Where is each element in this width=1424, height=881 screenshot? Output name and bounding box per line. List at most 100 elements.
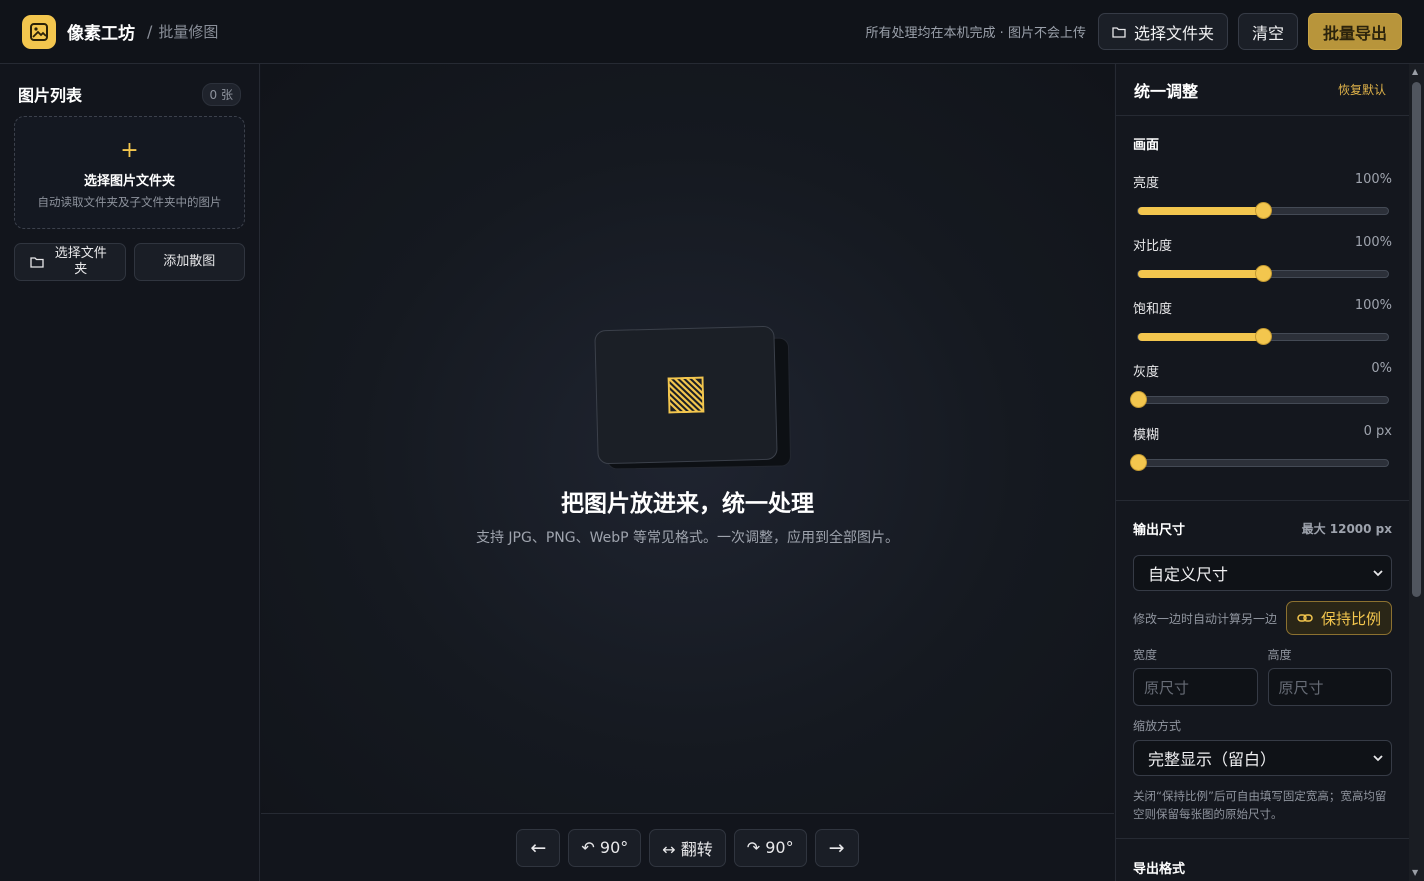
scale-mode-label: 缩放方式 (1133, 719, 1182, 733)
ratio-row: 修改一边时自动计算另一边 保持比例 (1133, 601, 1392, 635)
image-placeholder-icon (667, 376, 705, 414)
previous-image-button[interactable]: ← (516, 828, 561, 867)
contrast-slider-thumb[interactable] (1256, 266, 1271, 281)
rotate-right-button[interactable]: ↷ 90° (733, 828, 807, 867)
image-list-title: 图片列表 (18, 86, 83, 105)
chevron-down-icon (1373, 754, 1383, 761)
scroll-down-icon[interactable]: ▼ (1412, 868, 1418, 877)
keep-ratio-toggle[interactable]: 保持比例 (1285, 601, 1392, 635)
grayscale-row: 灰度 0% (1133, 361, 1392, 380)
size-note: 关闭“保持比例”后可自由填写固定宽高；宽高均留空则保留每张图的原始尺寸。 (1133, 789, 1387, 821)
saturation-slider-thumb[interactable] (1256, 329, 1271, 344)
contrast-value: 100% (1354, 235, 1392, 250)
grayscale-value: 0% (1371, 361, 1392, 376)
link-icon (1297, 614, 1313, 622)
image-toolbar: ← ↶ 90° ↔ 翻转 ↷ 90° → (261, 813, 1114, 881)
scale-mode-select[interactable]: 完整显示（留白） (1133, 740, 1392, 776)
scale-mode-value: 完整显示（留白） (1148, 750, 1277, 769)
add-images-button[interactable]: 添加散图 (133, 243, 245, 281)
top-bar: 像素工坊 / 批量修图 所有处理均在本机完成 · 图片不会上传 选择文件夹 清空… (0, 0, 1424, 64)
blur-slider-thumb[interactable] (1131, 455, 1146, 470)
image-count-badge: 0 张 (201, 82, 241, 106)
saturation-row: 饱和度 100% (1133, 298, 1392, 317)
width-input[interactable]: 原尺寸 (1133, 668, 1258, 706)
next-image-button[interactable]: → (814, 828, 859, 867)
panel-scrollbar[interactable]: ▲ ▼ (1409, 64, 1424, 881)
saturation-value: 100% (1354, 298, 1392, 313)
app-window: 像素工坊 / 批量修图 所有处理均在本机完成 · 图片不会上传 选择文件夹 清空… (0, 0, 1424, 881)
contrast-slider-fill (1138, 270, 1263, 278)
preview-stage[interactable]: 把图片放进来，统一处理 支持 JPG、PNG、WebP 等常见格式。一次调整，应… (261, 64, 1114, 813)
brightness-slider[interactable] (1137, 203, 1389, 218)
brightness-row: 亮度 100% (1133, 172, 1392, 191)
brightness-slider-thumb[interactable] (1256, 203, 1271, 218)
saturation-slider-fill (1138, 333, 1263, 341)
blur-control: 模糊 0 px (1131, 424, 1392, 487)
picture-section-title: 画面 (1133, 138, 1160, 153)
blur-value: 0 px (1363, 424, 1392, 439)
breadcrumb-separator: / (147, 22, 153, 41)
output-size-title: 输出尺寸 (1133, 523, 1186, 538)
reset-defaults-link[interactable]: 恢复默认 (1338, 81, 1386, 98)
app-name: 像素工坊 (67, 24, 135, 44)
contrast-control: 对比度 100% (1133, 235, 1392, 298)
export-format-section: 导出格式 (1116, 839, 1409, 877)
blur-label: 模糊 (1133, 428, 1160, 443)
blur-slider[interactable] (1131, 455, 1389, 470)
width-label: 宽度 (1133, 648, 1158, 662)
flip-button[interactable]: ↔ 翻转 (649, 828, 726, 867)
ratio-hint: 修改一边时自动计算另一边 (1133, 611, 1278, 626)
adjustment-header: 统一调整 恢复默认 (1116, 64, 1409, 116)
empty-state-subtitle: 支持 JPG、PNG、WebP 等常见格式。一次调整，应用到全部图片。 (475, 530, 900, 546)
clear-button[interactable]: 清空 (1237, 13, 1298, 50)
chevron-down-icon (1373, 569, 1383, 576)
brightness-control: 亮度 100% (1133, 172, 1392, 235)
blur-row: 模糊 0 px (1133, 424, 1392, 443)
scrollbar-thumb[interactable] (1412, 82, 1421, 597)
dimension-labels: 宽度 高度 (1133, 646, 1392, 663)
batch-export-button[interactable]: 批量导出 (1307, 13, 1402, 50)
adjustment-title: 统一调整 (1134, 81, 1199, 101)
saturation-label: 饱和度 (1133, 302, 1173, 317)
output-size-header: 输出尺寸 最大 12000 px (1133, 519, 1392, 538)
select-folder-button[interactable]: 选择文件夹 (1097, 13, 1228, 50)
picture-section: 画面 亮度 100% 对比度 100% 饱和度 100% 灰度 0% 模糊 0 … (1116, 116, 1409, 501)
brightness-slider-fill (1138, 207, 1263, 215)
folder-dropzone[interactable]: + 选择图片文件夹 自动读取文件夹及子文件夹中的图片 (14, 116, 245, 229)
sidebar-select-folder-button[interactable]: 选择文件夹 (14, 243, 126, 281)
sidebar-actions: 选择文件夹 添加散图 (14, 243, 245, 281)
folder-icon (30, 257, 44, 268)
dropzone-title: 选择图片文件夹 (83, 173, 175, 189)
contrast-row: 对比度 100% (1133, 235, 1392, 254)
breadcrumb-page: 批量修图 (158, 23, 219, 41)
folder-icon (1112, 26, 1126, 38)
image-list-header: 图片列表 0 张 (14, 64, 245, 124)
contrast-slider[interactable] (1137, 266, 1389, 281)
height-input[interactable]: 原尺寸 (1267, 668, 1392, 706)
image-list-sidebar: 图片列表 0 张 + 选择图片文件夹 自动读取文件夹及子文件夹中的图片 选择文件… (0, 64, 260, 881)
size-mode-value: 自定义尺寸 (1148, 565, 1229, 584)
grayscale-slider[interactable] (1131, 392, 1389, 407)
plus-icon: + (120, 137, 139, 163)
rotate-left-button[interactable]: ↶ 90° (568, 828, 642, 867)
grayscale-label: 灰度 (1133, 365, 1160, 380)
export-format-title: 导出格式 (1133, 862, 1186, 877)
dimension-inputs: 原尺寸 原尺寸 (1133, 668, 1392, 706)
grayscale-control: 灰度 0% (1131, 361, 1392, 424)
placeholder-card (594, 325, 778, 465)
app-logo-icon (22, 14, 56, 49)
output-size-section: 输出尺寸 最大 12000 px 自定义尺寸 修改一边时自动计算另一边 保持比例 (1116, 501, 1409, 839)
brightness-value: 100% (1354, 172, 1392, 187)
privacy-note: 所有处理均在本机完成 · 图片不会上传 (865, 26, 1086, 41)
saturation-control: 饱和度 100% (1133, 298, 1392, 361)
keep-ratio-label: 保持比例 (1320, 609, 1381, 628)
empty-state-title: 把图片放进来，统一处理 (561, 491, 814, 517)
saturation-slider[interactable] (1137, 329, 1389, 344)
header-actions: 所有处理均在本机完成 · 图片不会上传 选择文件夹 清空 批量导出 (866, 13, 1402, 50)
scroll-up-icon[interactable]: ▲ (1412, 67, 1418, 76)
grayscale-slider-thumb[interactable] (1131, 392, 1146, 407)
sidebar-select-folder-label: 选择文件夹 (54, 246, 107, 277)
dropzone-subtitle: 自动读取文件夹及子文件夹中的图片 (37, 194, 222, 209)
size-mode-select[interactable]: 自定义尺寸 (1133, 555, 1392, 591)
select-folder-label: 选择文件夹 (1133, 23, 1214, 43)
